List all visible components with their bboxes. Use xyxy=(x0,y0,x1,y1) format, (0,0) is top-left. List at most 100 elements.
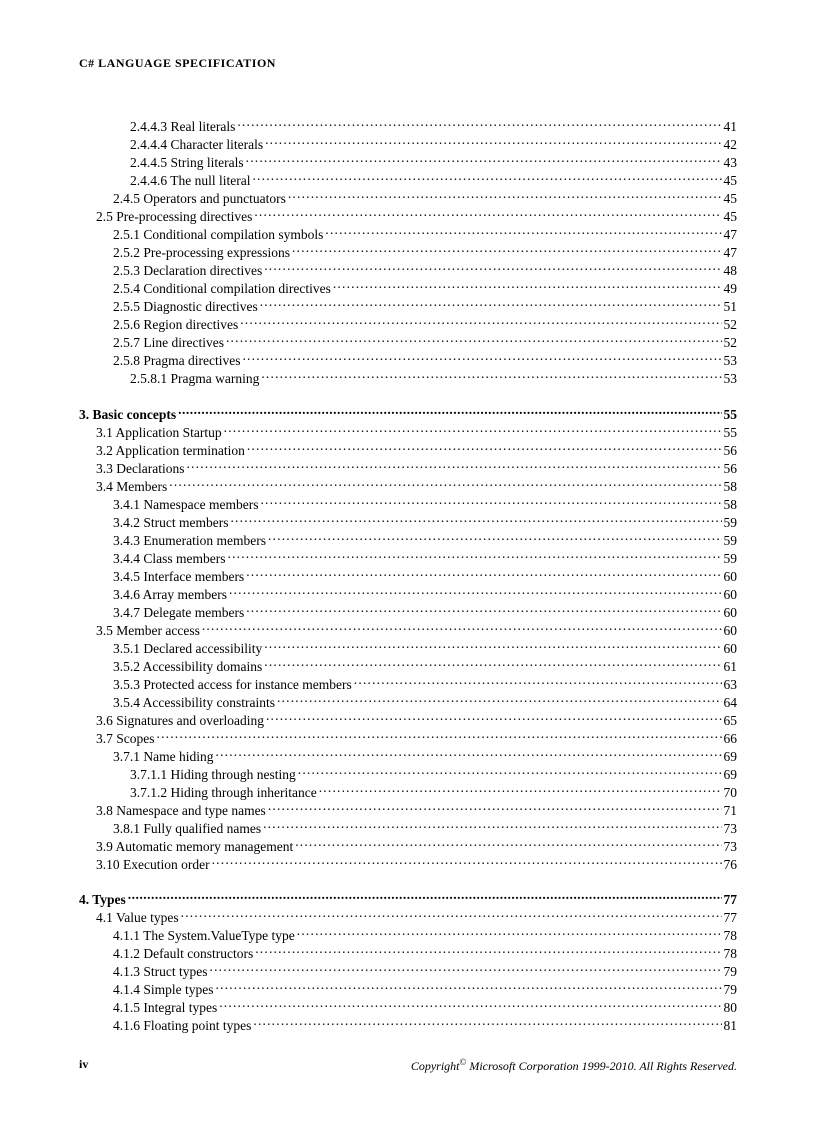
toc-dot-leader xyxy=(169,477,721,491)
toc-dot-leader xyxy=(210,962,722,976)
toc-entry: 2.4.4.3 Real literals 41 xyxy=(79,117,737,135)
toc-entry-label: 2.4.5 Operators and punctuators xyxy=(113,190,286,208)
toc-dot-leader xyxy=(202,621,722,635)
toc-entry-label: 3.5 Member access xyxy=(96,622,200,640)
toc-entry-label: 4.1.1 The System.ValueType type xyxy=(113,927,295,945)
toc-entry: 3.6 Signatures and overloading 65 xyxy=(79,711,737,729)
toc-entry: 3.7.1 Name hiding 69 xyxy=(79,747,737,765)
toc-entry: 2.5.4 Conditional compilation directives… xyxy=(79,279,737,297)
toc-entry-label: 2.5 Pre-processing directives xyxy=(96,208,252,226)
toc-dot-leader xyxy=(186,459,721,473)
toc-dot-leader xyxy=(264,657,721,671)
toc-dot-leader xyxy=(288,189,722,203)
toc-dot-leader xyxy=(260,495,721,509)
toc-dot-leader xyxy=(224,423,722,437)
toc-entry-page: 78 xyxy=(724,945,738,963)
toc-entry-page: 80 xyxy=(724,999,738,1017)
toc-dot-leader xyxy=(246,567,721,581)
toc-entry-page: 58 xyxy=(724,496,738,514)
toc-entry: 3.1 Application Startup 55 xyxy=(79,423,737,441)
toc-dot-leader xyxy=(298,765,722,779)
toc-section: 4. Types 774.1 Value types 774.1.1 The S… xyxy=(79,890,737,1034)
toc-entry-label: 4.1.3 Struct types xyxy=(113,963,208,981)
toc-entry-page: 56 xyxy=(724,442,738,460)
toc-entry-page: 52 xyxy=(724,334,738,352)
toc-dot-leader xyxy=(226,333,722,347)
toc-entry-page: 79 xyxy=(724,981,738,999)
toc-entry: 3.4.2 Struct members 59 xyxy=(79,513,737,531)
toc-entry-page: 77 xyxy=(724,909,738,927)
page-number: iv xyxy=(79,1057,88,1074)
toc-entry-label: 4.1.5 Integral types xyxy=(113,999,217,1017)
toc-entry-label: 3.5.4 Accessibility constraints xyxy=(113,694,275,712)
toc-entry-page: 78 xyxy=(724,927,738,945)
toc-entry: 2.4.4.6 The null literal 45 xyxy=(79,171,737,189)
toc-entry-label: 3.5.3 Protected access for instance memb… xyxy=(113,676,352,694)
toc-entry-page: 41 xyxy=(724,118,738,136)
toc-entry: 4.1.6 Floating point types 81 xyxy=(79,1016,737,1034)
toc-entry-label: 3.4.3 Enumeration members xyxy=(113,532,266,550)
toc-entry-label: 2.5.2 Pre-processing expressions xyxy=(113,244,290,262)
toc-entry-label: 3.4.7 Delegate members xyxy=(113,604,244,622)
toc-entry-page: 47 xyxy=(724,244,738,262)
toc-dot-leader xyxy=(254,207,721,221)
toc-entry-label: 3.4.5 Interface members xyxy=(113,568,244,586)
toc-entry-label: 2.5.8 Pragma directives xyxy=(113,352,240,370)
toc-entry-label: 2.5.4 Conditional compilation directives xyxy=(113,280,331,298)
toc-dot-leader xyxy=(219,998,721,1012)
toc-entry: 4.1.1 The System.ValueType type 78 xyxy=(79,926,737,944)
toc-entry-label: 4. Types xyxy=(79,891,126,909)
toc-entry-label: 2.5.3 Declaration directives xyxy=(113,262,262,280)
toc-dot-leader xyxy=(261,369,721,383)
toc-dot-leader xyxy=(252,171,721,185)
toc-entry-page: 61 xyxy=(724,658,738,676)
toc-entry-page: 58 xyxy=(724,478,738,496)
toc-entry: 3.5 Member access 60 xyxy=(79,621,737,639)
page-footer: iv Copyright© Microsoft Corporation 1999… xyxy=(79,1057,737,1074)
toc-section: 2.4.4.3 Real literals 412.4.4.4 Characte… xyxy=(79,117,737,387)
toc-entry: 3.5.3 Protected access for instance memb… xyxy=(79,675,737,693)
toc-entry: 3.2 Application termination 56 xyxy=(79,441,737,459)
toc-entry-page: 60 xyxy=(724,604,738,622)
toc-dot-leader xyxy=(246,603,721,617)
toc-entry-page: 81 xyxy=(724,1017,738,1035)
toc-entry: 3.4.5 Interface members 60 xyxy=(79,567,737,585)
toc-entry-page: 52 xyxy=(724,316,738,334)
toc-entry-label: 3.4.1 Namespace members xyxy=(113,496,258,514)
toc-entry-label: 3.3 Declarations xyxy=(96,460,184,478)
copyright-suffix: Microsoft Corporation 1999-2010. All Rig… xyxy=(466,1059,737,1073)
toc-dot-leader xyxy=(242,351,721,365)
toc-entry-page: 64 xyxy=(724,694,738,712)
toc-entry-label: 3.5.1 Declared accessibility xyxy=(113,640,262,658)
toc-entry-label: 2.5.1 Conditional compilation symbols xyxy=(113,226,323,244)
toc-entry-page: 60 xyxy=(724,586,738,604)
toc-entry-page: 51 xyxy=(724,298,738,316)
toc-dot-leader xyxy=(240,315,721,329)
toc-entry-label: 3.6 Signatures and overloading xyxy=(96,712,264,730)
toc-dot-leader xyxy=(246,153,722,167)
toc-entry-page: 73 xyxy=(724,820,738,838)
toc-entry: 3.8.1 Fully qualified names 73 xyxy=(79,819,737,837)
toc-dot-leader xyxy=(319,783,722,797)
toc-entry-label: 2.4.4.4 Character literals xyxy=(130,136,263,154)
toc-entry-label: 3.2 Application termination xyxy=(96,442,245,460)
toc-entry-label: 3.4.4 Class members xyxy=(113,550,226,568)
toc-entry: 3.9 Automatic memory management 73 xyxy=(79,837,737,855)
toc-dot-leader xyxy=(268,801,722,815)
toc-entry: 3.5.4 Accessibility constraints 64 xyxy=(79,693,737,711)
toc-dot-leader xyxy=(255,944,721,958)
toc-entry: 3. Basic concepts 55 xyxy=(79,405,737,423)
toc-entry: 2.5.5 Diagnostic directives 51 xyxy=(79,297,737,315)
toc-entry-page: 69 xyxy=(724,748,738,766)
toc-entry: 3.4 Members 58 xyxy=(79,477,737,495)
toc-entry-page: 60 xyxy=(724,622,738,640)
copyright-prefix: Copyright xyxy=(411,1059,460,1073)
toc-entry-label: 2.5.8.1 Pragma warning xyxy=(130,370,259,388)
toc-dot-leader xyxy=(264,261,721,275)
toc-entry-label: 4.1.2 Default constructors xyxy=(113,945,253,963)
toc-entry-label: 3.7.1.2 Hiding through inheritance xyxy=(130,784,317,802)
toc-entry-label: 3.4 Members xyxy=(96,478,167,496)
toc-entry-label: 3.10 Execution order xyxy=(96,856,210,874)
toc-entry-page: 56 xyxy=(724,460,738,478)
toc-dot-leader xyxy=(263,819,721,833)
